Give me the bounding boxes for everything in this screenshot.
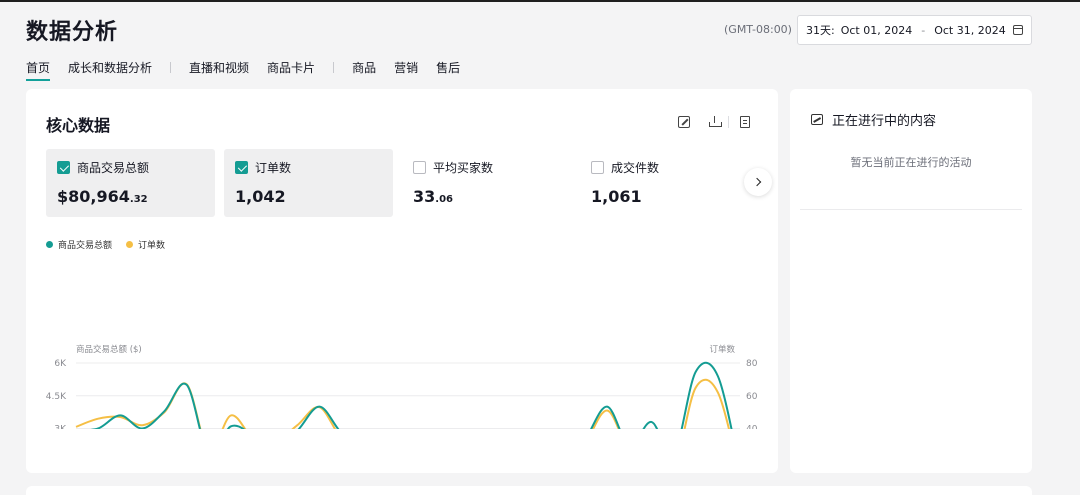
- core-data-title: 核心数据: [46, 116, 111, 135]
- next-metrics-button[interactable]: [744, 168, 772, 196]
- nav-divider: [333, 62, 335, 73]
- checkbox-checked[interactable]: [57, 161, 70, 174]
- currency-symbol: $: [57, 187, 69, 206]
- right-tick-label: 80: [746, 359, 758, 369]
- trend-chart-icon: [811, 114, 823, 125]
- left-tick-label: 4.5K: [46, 392, 67, 402]
- end-date: Oct 31, 2024: [934, 23, 1006, 37]
- tab-live-video[interactable]: 直播和视频: [189, 59, 249, 80]
- legend-dot: [126, 241, 134, 248]
- bottom-card: [26, 486, 1032, 495]
- tab-products[interactable]: 商品: [352, 59, 376, 80]
- right-axis-label: 订单数: [709, 344, 735, 355]
- timezone-label: (GMT-08:00): [724, 23, 792, 36]
- metric-orders[interactable]: 订单数 1,042: [224, 149, 393, 217]
- metric-value: 1,061: [591, 187, 642, 206]
- calendar-icon[interactable]: [1013, 25, 1023, 35]
- tab-product-card[interactable]: 商品卡片: [267, 59, 315, 80]
- metric-avg-buyers[interactable]: 平均买家数 33.06: [402, 149, 571, 217]
- checkbox-unchecked[interactable]: [591, 161, 604, 174]
- left-tick-label: 3K: [54, 425, 67, 430]
- metric-value: 33: [413, 187, 436, 206]
- right-tick-label: 60: [746, 392, 758, 402]
- edit-icon[interactable]: [678, 116, 690, 128]
- core-data-card: 核心数据 商品交易总额 $80,964.32 订单数 1,042 平均买家数 3…: [26, 89, 778, 473]
- series-line-orders: [75, 378, 730, 429]
- checkbox-checked[interactable]: [235, 161, 248, 174]
- left-axis-label: 商品交易总额 ($): [76, 344, 142, 355]
- range-separator: -: [921, 23, 926, 37]
- download-icon[interactable]: [709, 116, 722, 128]
- tab-marketing[interactable]: 营销: [394, 59, 418, 80]
- metric-label: 平均买家数: [433, 161, 494, 175]
- tab-after-sales[interactable]: 售后: [436, 59, 460, 80]
- toolbar-divider: [728, 116, 729, 128]
- metric-label: 订单数: [255, 161, 292, 175]
- left-tick-label: 6K: [54, 359, 67, 369]
- metric-label: 商品交易总额: [77, 161, 150, 175]
- ongoing-content-card: 正在进行中的内容 暂无当前正在进行的活动: [790, 89, 1032, 473]
- trend-chart: 商品交易总额 ($)订单数001.5K203K404.5K606K8010月 0…: [46, 344, 758, 430]
- main-nav: 首页 成长和数据分析 直播和视频 商品卡片 商品 营销 售后: [26, 59, 478, 81]
- right-tick-label: 40: [746, 425, 758, 430]
- empty-state-text: 暂无当前正在进行的活动: [850, 156, 972, 169]
- ongoing-title: 正在进行中的内容: [832, 114, 937, 129]
- checkbox-unchecked[interactable]: [413, 161, 426, 174]
- page-title: 数据分析: [26, 20, 119, 45]
- document-icon[interactable]: [740, 116, 750, 128]
- metric-value: 1,042: [235, 187, 286, 206]
- metric-label: 成交件数: [611, 161, 660, 175]
- metric-value: 80,964: [68, 187, 130, 206]
- metric-items-sold[interactable]: 成交件数 1,061: [580, 149, 749, 217]
- date-range-picker[interactable]: 31天: Oct 01, 2024 - Oct 31, 2024: [797, 15, 1032, 45]
- tab-home[interactable]: 首页: [26, 59, 51, 81]
- start-date: Oct 01, 2024: [840, 23, 913, 37]
- metric-gmv[interactable]: 商品交易总额 $80,964.32: [46, 149, 215, 217]
- legend-dot: [46, 241, 53, 248]
- metric-value-decimal: .32: [129, 194, 148, 205]
- nav-divider: [170, 62, 172, 73]
- metric-value-decimal: .06: [435, 194, 453, 205]
- range-prefix: 31天:: [806, 24, 835, 37]
- section-divider: [800, 209, 1022, 210]
- tab-growth-analytics[interactable]: 成长和数据分析: [68, 59, 152, 80]
